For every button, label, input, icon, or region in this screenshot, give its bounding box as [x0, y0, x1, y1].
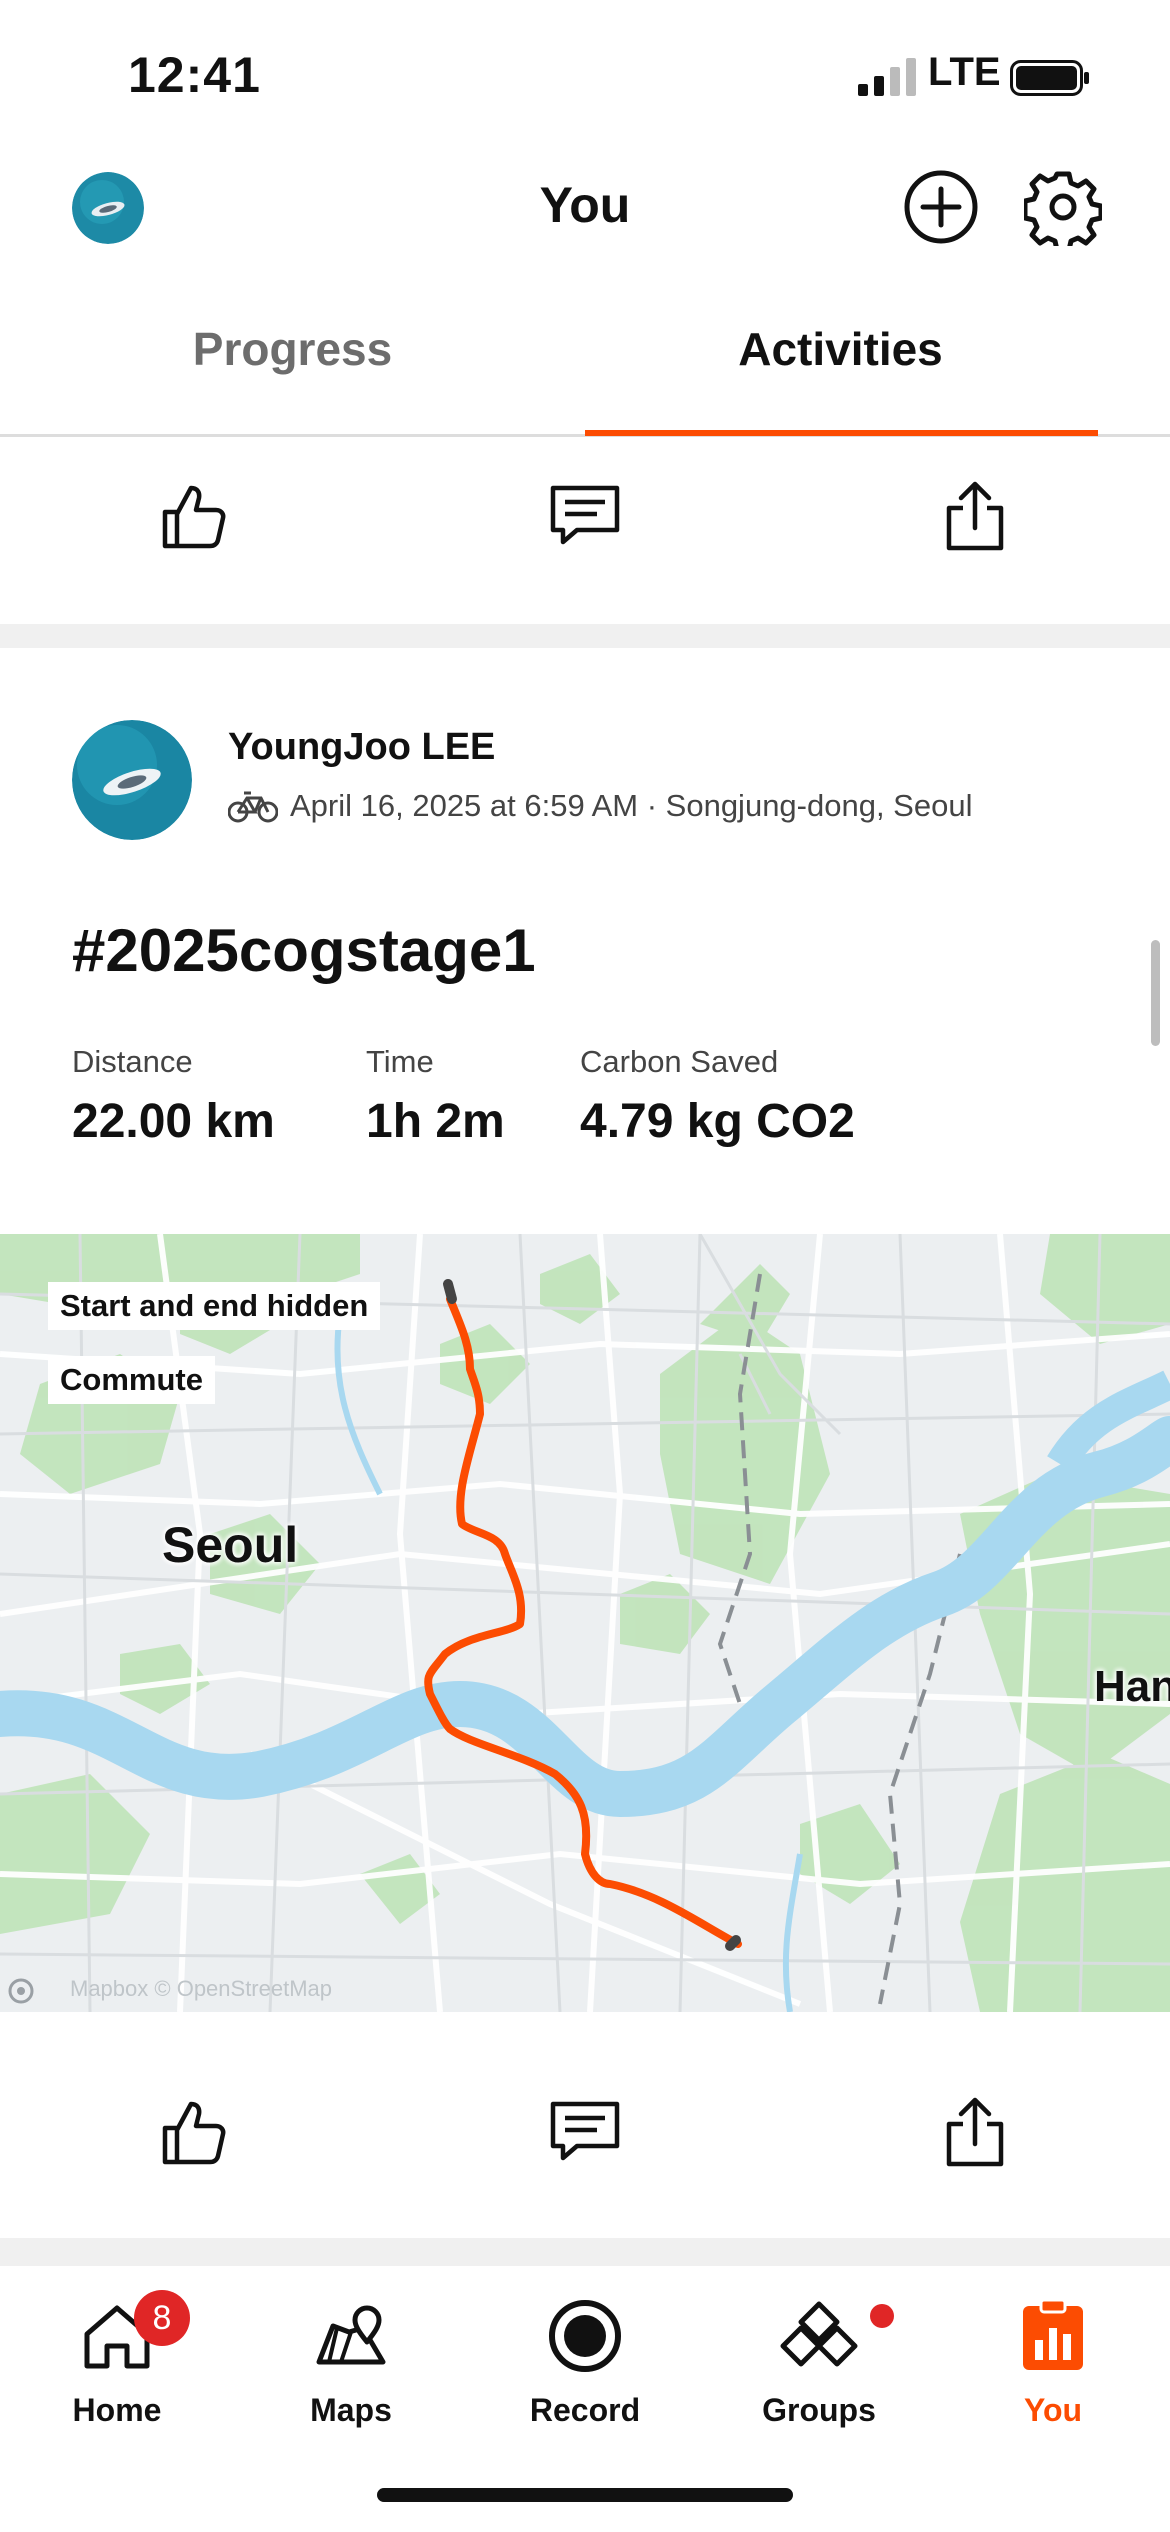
nav-record-label: Record: [529, 2392, 641, 2428]
avatar-image: [72, 720, 192, 840]
map-badge-commute: Commute: [48, 1356, 215, 1404]
comment-icon[interactable]: [547, 478, 623, 554]
groups-icon: [780, 2301, 858, 2367]
signal-icon: [858, 58, 916, 96]
activity-title[interactable]: #2025cogstage1: [72, 916, 536, 985]
notification-dot: [870, 2304, 894, 2328]
map-attribution: Mapbox © OpenStreetMap: [70, 1976, 333, 2001]
you-chart-icon: [1023, 2298, 1083, 2370]
notification-badge: 8: [134, 2290, 190, 2346]
home-indicator: [377, 2488, 793, 2502]
stat-value-distance: 22.00 km: [72, 1095, 275, 1148]
nav-you-label: You: [1023, 2392, 1083, 2428]
tab-progress[interactable]: Progress: [0, 322, 585, 376]
activity-meta: April 16, 2025 at 6:59 AM · Songjung-don…: [228, 788, 972, 824]
feed-separator: [0, 2238, 1170, 2266]
activity-date-location: April 16, 2025 at 6:59 AM · Songjung-don…: [290, 788, 973, 823]
tab-activities[interactable]: Activities: [548, 322, 1133, 376]
nav-home-label: Home: [72, 2392, 162, 2428]
scrollbar[interactable]: [1151, 940, 1160, 1046]
nav-groups-label: Groups: [762, 2392, 876, 2428]
athlete-name[interactable]: YoungJoo LEE: [228, 726, 495, 769]
active-tab-indicator: [585, 430, 1098, 436]
battery-icon: [1010, 60, 1089, 96]
nav-groups[interactable]: Groups: [702, 2270, 936, 2429]
share-icon[interactable]: [937, 478, 1013, 554]
nav-home[interactable]: Home 8: [0, 2270, 234, 2429]
gear-icon[interactable]: [1024, 168, 1102, 246]
plus-circle-icon[interactable]: [902, 168, 980, 246]
thumbs-up-icon[interactable]: [157, 478, 233, 554]
nav-record[interactable]: Record: [468, 2270, 702, 2429]
stat-label-distance: Distance: [72, 1044, 193, 1079]
map-badge-privacy: Start and end hidden: [48, 1282, 381, 1330]
comment-icon[interactable]: [547, 2094, 623, 2170]
nav-maps[interactable]: Maps: [234, 2270, 468, 2429]
map-city-label: Seoul: [162, 1517, 299, 1573]
thumbs-up-icon[interactable]: [157, 2094, 233, 2170]
page-title: You: [539, 177, 631, 233]
stat-label-time: Time: [366, 1044, 434, 1079]
route-map[interactable]: Start and end hidden Commute Seoul Han M…: [0, 1234, 1170, 2012]
nav-maps-label: Maps: [310, 2392, 392, 2428]
route-line: [424, 1279, 742, 1951]
record-icon: [549, 2300, 621, 2372]
stat-value-carbon: 4.79 kg CO2: [580, 1095, 855, 1148]
stat-label-carbon: Carbon Saved: [580, 1044, 779, 1079]
bicycle-icon: [228, 791, 278, 823]
network-type: LTE: [928, 50, 1001, 94]
nav-you[interactable]: You: [936, 2270, 1170, 2429]
athlete-avatar[interactable]: [72, 720, 192, 840]
mapbox-logo-icon: [8, 1978, 34, 2004]
status-time: 12:41: [128, 47, 261, 103]
stat-value-time: 1h 2m: [366, 1095, 505, 1148]
share-icon[interactable]: [937, 2094, 1013, 2170]
map-icon: [316, 2305, 386, 2365]
map-edge-label: Han: [1094, 1662, 1170, 1711]
feed-separator: [0, 624, 1170, 648]
